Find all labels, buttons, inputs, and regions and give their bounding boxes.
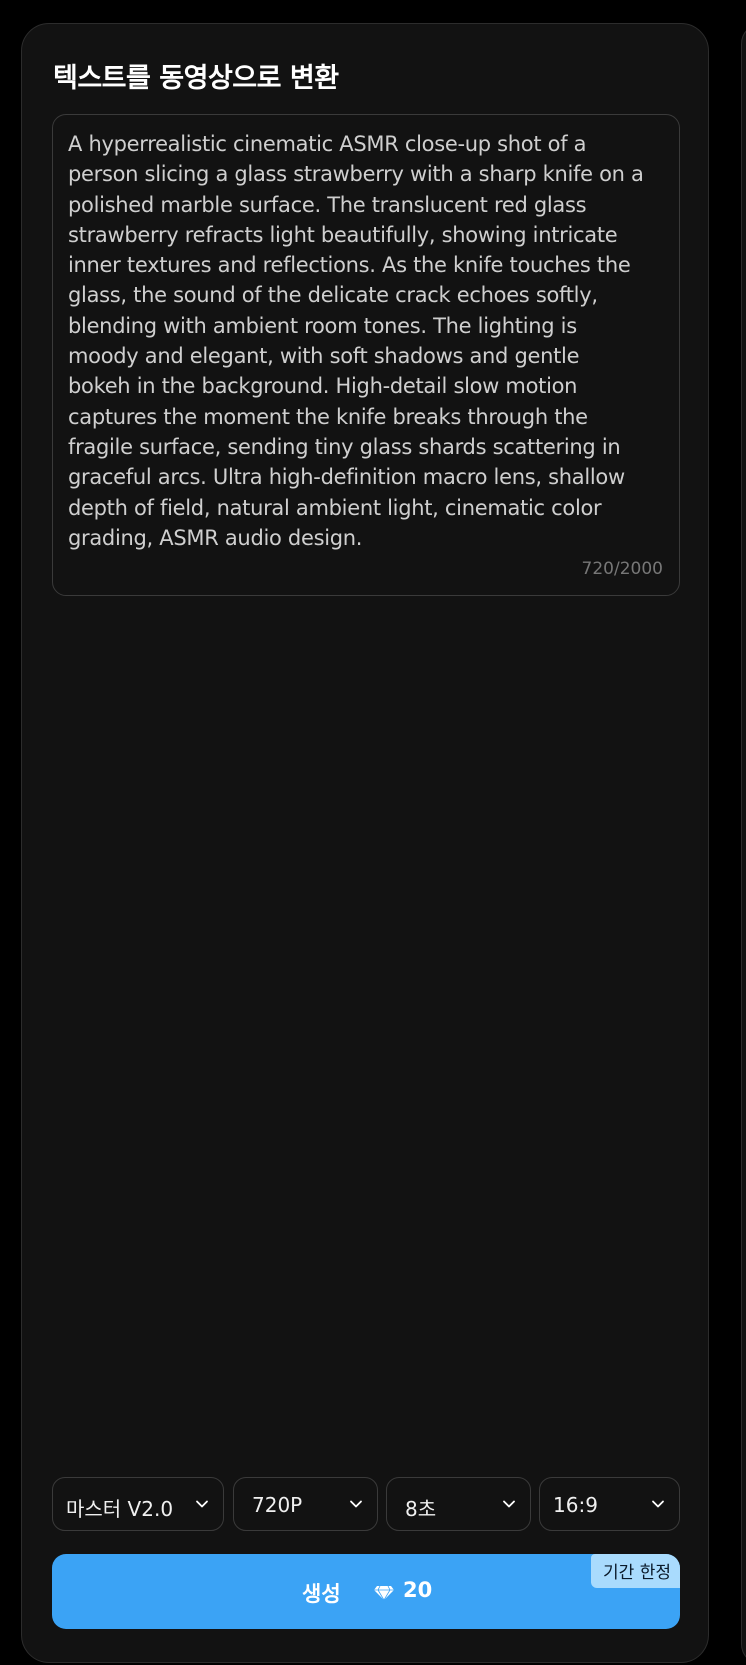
resolution-select[interactable]: 720P	[233, 1477, 378, 1531]
credit-cost: 20	[403, 1578, 433, 1602]
diamond-icon	[374, 1585, 394, 1601]
model-select[interactable]: 마스터 V2.0	[52, 1477, 224, 1531]
duration-select[interactable]: 8초	[386, 1477, 531, 1531]
limited-time-badge: 기간 한정	[591, 1554, 680, 1588]
prompt-text[interactable]: A hyperrealistic cinematic ASMR close-up…	[68, 129, 665, 553]
chevron-down-icon	[652, 1500, 664, 1508]
resolution-select-value: 720P	[252, 1493, 303, 1517]
duration-select-value: 8초	[405, 1497, 437, 1521]
chevron-down-icon	[196, 1500, 208, 1508]
chevron-down-icon	[350, 1500, 362, 1508]
generate-button[interactable]: 생성 20 기간 한정	[52, 1554, 680, 1629]
aspect-ratio-select-value: 16:9	[553, 1493, 598, 1517]
character-counter: 720/2000	[581, 559, 663, 579]
aspect-ratio-select[interactable]: 16:9	[539, 1477, 680, 1531]
chevron-down-icon	[503, 1500, 515, 1508]
panel-title: 텍스트를 동영상으로 변환	[53, 63, 339, 94]
adjacent-panel-edge	[741, 23, 746, 1665]
text-to-video-panel: 텍스트를 동영상으로 변환 A hyperrealistic cinematic…	[21, 23, 709, 1663]
model-select-value: 마스터 V2.0	[66, 1497, 174, 1521]
prompt-textarea[interactable]: A hyperrealistic cinematic ASMR close-up…	[52, 114, 680, 596]
generate-label: 생성	[302, 1582, 341, 1606]
